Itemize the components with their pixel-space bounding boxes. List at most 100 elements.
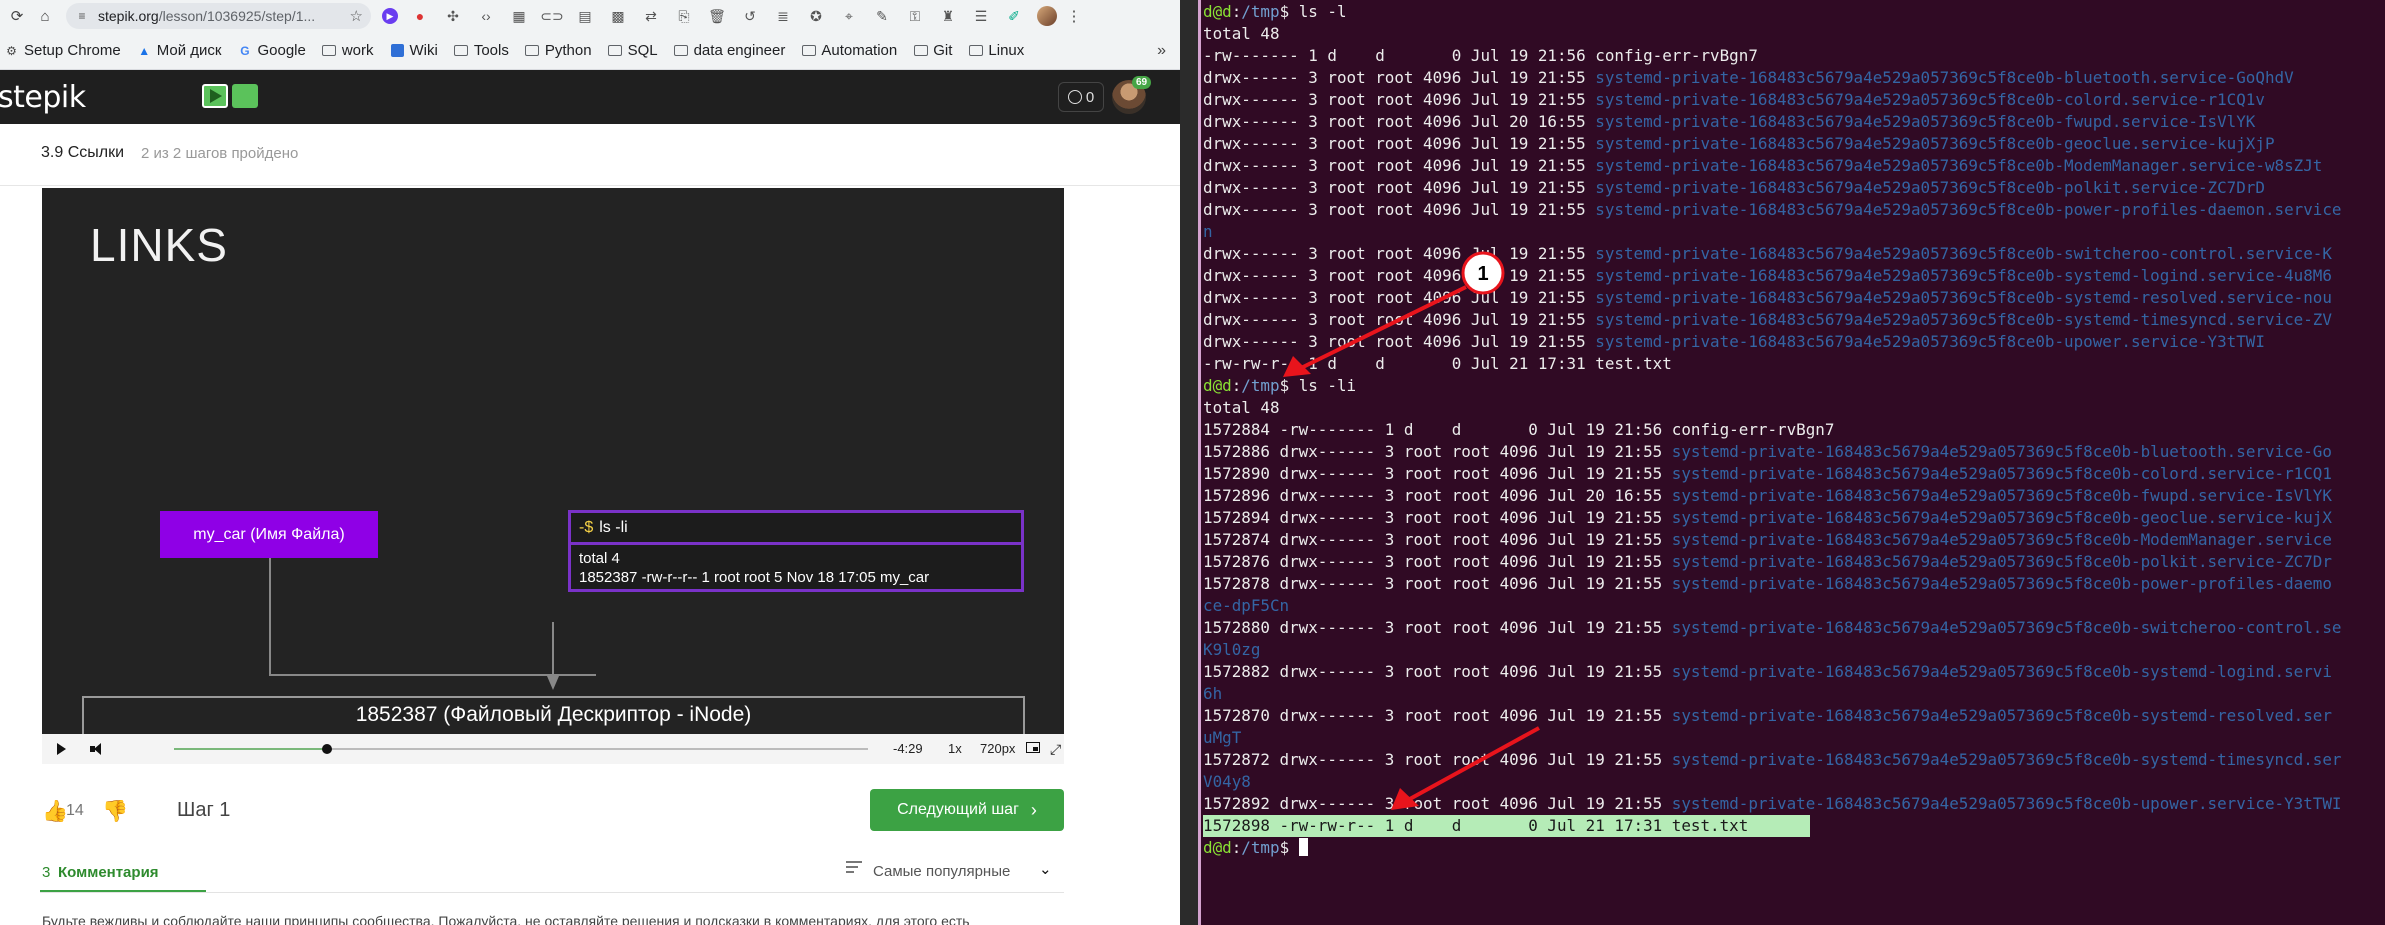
bookmark-label: Tools [473,42,509,59]
terminal-line: -rw------- 1 d d 0 Jul 19 21:56 config-e… [1203,45,2342,67]
fullscreen-icon[interactable]: ⤢ [1050,741,1061,758]
playback-rate-button[interactable]: 1x [948,741,962,756]
directory-name: systemd-private-168483c5679a4e529a057369… [1595,332,2265,351]
avatar-badge: 69 [1132,76,1152,89]
step-2[interactable] [232,84,258,108]
terminal-line: drwx------ 3 root root 4096 Jul 19 21:55… [1203,155,2342,177]
extension-grid-icon[interactable]: ▩ [607,5,629,27]
terminal-text: drwx------ 3 root root 4096 Jul 19 21:55 [1203,288,1596,307]
slide-terminal-output: total 4 1852387 -rw-r--r-- 1 root root 5… [571,545,1021,591]
bookmark-folder-tools[interactable]: Tools [454,42,509,59]
extension-paint-icon[interactable]: ✎ [871,5,893,27]
terminal-text: -rw------- 1 d d 0 Jul 19 21:56 config-e… [1203,46,1758,65]
extension-trash-icon[interactable]: 🗑 [706,5,728,27]
bookmark-setup-chrome[interactable]: ⚙ Setup Chrome [4,42,121,59]
home-icon[interactable]: ⌂ [34,5,56,27]
video-player[interactable]: LINKS my_car (Имя Файла) -$ ls -li total … [42,188,1064,764]
address-bar[interactable]: ≡ stepik.org/lesson/1036925/step/1... ☆ [66,3,371,29]
tab-comments[interactable]: Комментария [58,864,159,881]
prompt-path: /tmp [1241,2,1280,21]
chevron-right-icon: › [1030,799,1037,820]
extension-history-icon[interactable]: ↺ [739,5,761,27]
quality-button[interactable]: 720px [980,741,1015,756]
terminal-line: -rw-rw-r-- 1 d d 0 Jul 21 17:31 test.txt [1203,353,2342,375]
terminal-line-highlighted: 1572898 -rw-rw-r-- 1 d d 0 Jul 21 17:31 … [1203,815,1810,837]
bookmark-folder-sql[interactable]: SQL [608,42,658,59]
step-label: Шаг 1 [177,799,231,821]
bookmark-my-drive[interactable]: ▲ Мой диск [137,42,221,59]
bookmark-google[interactable]: G Google [237,42,306,59]
terminal-text: total 48 [1203,398,1280,417]
extension-puzzle-icon[interactable]: ✣ [442,5,464,27]
play-icon [210,89,222,103]
step-1-video[interactable] [202,84,228,108]
bookmark-folder-automation[interactable]: Automation [801,42,897,59]
bookmark-folder-python[interactable]: Python [525,42,592,59]
terminal-text: drwx------ 3 root root 4096 Jul 19 21:55 [1203,134,1596,153]
thumbs-down-icon[interactable]: 👎 [102,800,128,824]
video-seek-handle[interactable] [321,744,332,754]
sort-icon[interactable] [846,861,862,875]
bookmark-wiki[interactable]: Wiki [390,42,438,59]
terminal-text: : [1231,838,1242,857]
terminal-line: d@d:/tmp$ ls -li [1203,375,2342,397]
extension-key-icon[interactable]: ⚿ [904,5,926,27]
directory-name: uMgT [1203,728,1242,747]
extension-edit-icon[interactable]: ✐ [1003,5,1025,27]
bookmark-folder-work[interactable]: work [322,42,374,59]
bookmark-folder-data-engineer[interactable]: data engineer [674,42,785,59]
directory-name: systemd-private-168483c5679a4e529a057369… [1671,552,2332,571]
extension-incognito-icon[interactable]: ♜ [937,5,959,27]
terminal-line: drwx------ 3 root root 4096 Jul 19 21:55… [1203,243,2342,265]
bookmark-star-icon[interactable]: ☆ [350,7,363,25]
extension-shield-icon[interactable]: ● [409,5,431,27]
extension-queue-icon[interactable]: ☰ [970,5,992,27]
browser-window: ⟳ ⌂ ≡ stepik.org/lesson/1036925/step/1..… [0,0,1180,925]
thumbs-up-icon[interactable]: 👍 [42,800,68,824]
prompt-user: d@d [1203,2,1232,21]
extension-location-icon[interactable]: ⌖ [838,5,860,27]
profile-avatar[interactable] [1037,6,1057,26]
prompt-path: /tmp [1241,376,1280,395]
notifications-button[interactable]: 0 [1058,82,1104,112]
chevron-down-icon[interactable]: ⌄ [1039,860,1052,878]
next-step-button[interactable]: Следующий шаг › [870,789,1064,831]
wiki-icon [390,44,404,57]
video-seek-bar[interactable] [174,744,868,754]
extension-translate-icon[interactable]: ⇄ [640,5,662,27]
extension-table-icon[interactable]: ▦ [508,5,530,27]
lesson-title[interactable]: 3.9 Ссылки [41,144,124,162]
extension-badge-icon[interactable]: ✪ [805,5,827,27]
browser-toolbar: ⟳ ⌂ ≡ stepik.org/lesson/1036925/step/1..… [0,0,1180,32]
terminal-text: $ [1279,838,1299,857]
extension-save-icon[interactable]: ⎘ [673,5,695,27]
bookmark-folder-git[interactable]: Git [913,42,952,59]
directory-name: systemd-private-168483c5679a4e529a057369… [1595,266,2332,285]
extension-reader-icon[interactable]: ▤ [574,5,596,27]
picture-in-picture-icon[interactable] [1026,742,1040,753]
bookmarks-overflow-chevron-icon[interactable]: » [1157,42,1166,60]
filename-box: my_car (Имя Файла) [160,511,378,558]
play-icon[interactable] [57,743,66,755]
menu-kebab-icon[interactable]: ⋮ [1063,5,1085,27]
terminal-window[interactable]: d@d:/tmp$ ls -l total 48 -rw------- 1 d d … [1201,0,2385,925]
site-info-icon[interactable]: ≡ [74,8,90,24]
terminal-line: 1572892 drwx------ 3 root root 4096 Jul … [1203,793,2342,815]
volume-icon[interactable] [90,743,106,755]
directory-name: systemd-private-168483c5679a4e529a057369… [1595,288,2332,307]
comments-count: 3 [42,864,51,881]
terminal-text: drwx------ 3 root root 4096 Jul 19 21:55 [1203,310,1596,329]
bookmark-label: Python [544,42,592,59]
terminal-line: 1572878 drwx------ 3 root root 4096 Jul … [1203,573,2342,595]
extension-notes-icon[interactable]: ≣ [772,5,794,27]
terminal-line: d@d:/tmp$ [1203,837,2342,859]
terminal-text: 1572886 drwx------ 3 root root 4096 Jul … [1203,442,1672,461]
extension-link-icon[interactable]: ⊂⊃ [540,5,563,27]
slide-terminal-line: total 4 [579,550,620,567]
bookmark-folder-linux[interactable]: Linux [968,42,1024,59]
sort-dropdown[interactable]: Самые популярные [873,863,1010,880]
reload-icon[interactable]: ⟳ [6,5,28,27]
extension-code-icon[interactable]: ‹› [475,5,497,27]
stepik-logo[interactable]: stepik [0,80,86,115]
extension-play-icon[interactable]: ▶ [382,8,398,24]
